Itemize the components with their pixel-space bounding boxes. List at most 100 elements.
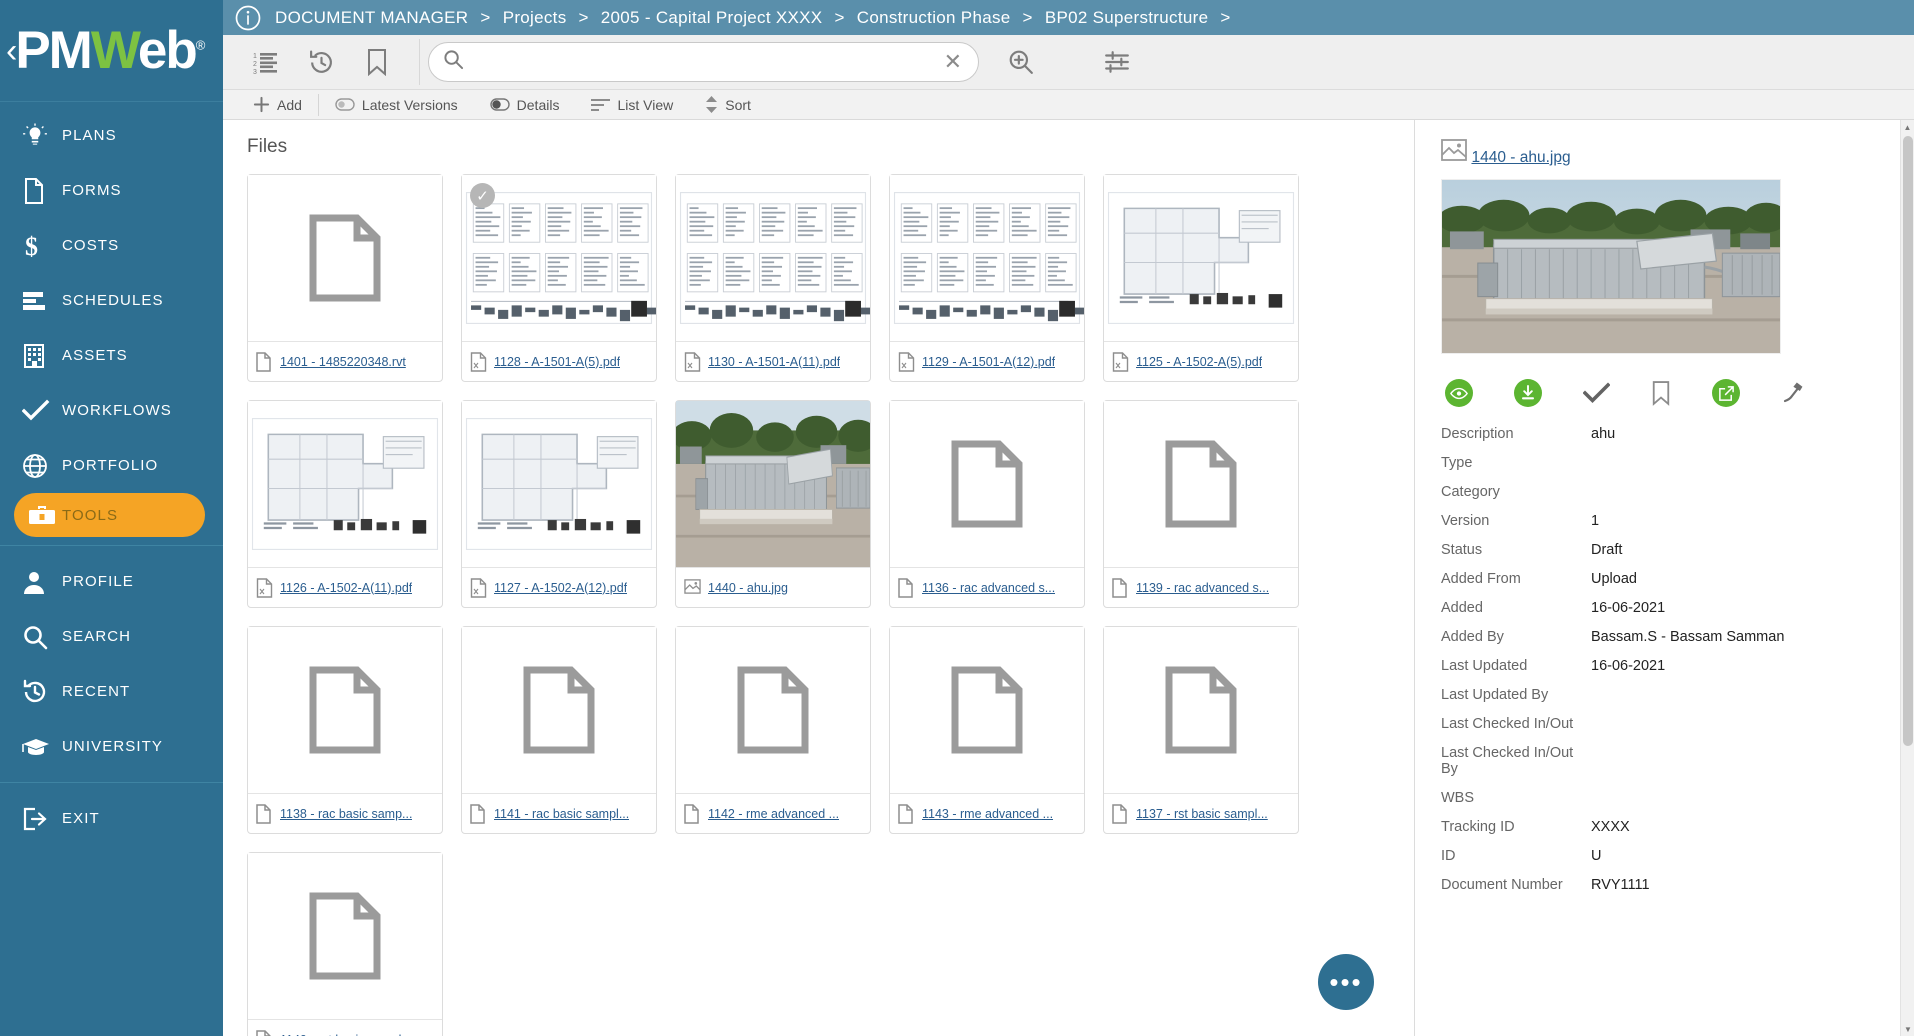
sidebar-item-assets[interactable]: ASSETS — [0, 328, 223, 383]
sidebar-item-plans[interactable]: PLANS — [0, 108, 223, 163]
file-caption: 1130 - A-1501-A(11).pdf — [676, 341, 870, 381]
file-thumbnail[interactable] — [248, 401, 442, 567]
bookmark-icon[interactable] — [349, 40, 405, 84]
check-icon[interactable] — [1583, 382, 1610, 404]
search-toolbar: 123 ✕ — [223, 35, 1914, 90]
file-name-link[interactable]: 1440 - ahu.jpg — [708, 581, 788, 595]
file-thumbnail[interactable] — [248, 853, 442, 1019]
file-name-link[interactable]: 1401 - 1485220348.rvt — [280, 355, 406, 369]
sidebar-item-portfolio[interactable]: PORTFOLIO — [0, 438, 223, 493]
file-card[interactable]: 1140 - rst basic sampl... — [247, 852, 443, 1036]
file-thumbnail[interactable] — [890, 175, 1084, 341]
file-card[interactable]: 1125 - A-1502-A(5).pdf — [1103, 174, 1299, 382]
detail-field-label: Last Checked In/Out By — [1441, 745, 1591, 777]
info-circle-icon[interactable] — [235, 5, 261, 31]
file-thumbnail[interactable] — [248, 175, 442, 341]
file-card[interactable]: 1139 - rac advanced s... — [1103, 400, 1299, 608]
file-name-link[interactable]: 1143 - rme advanced ... — [922, 807, 1053, 821]
zoom-in-icon[interactable] — [993, 40, 1049, 84]
selected-check-icon[interactable]: ✓ — [470, 183, 495, 208]
sidebar-item-workflows[interactable]: WORKFLOWS — [0, 383, 223, 438]
edit-square-icon[interactable] — [1712, 379, 1740, 407]
file-thumbnail[interactable] — [890, 401, 1084, 567]
detail-field-row: Added16-06-2021 — [1441, 600, 1888, 616]
eye-icon[interactable] — [1445, 379, 1473, 407]
file-card[interactable]: 1137 - rst basic sampl... — [1103, 626, 1299, 834]
more-options-button[interactable]: ••• — [1318, 954, 1374, 1010]
numbered-list-icon[interactable]: 123 — [237, 40, 293, 84]
details-scrollbar[interactable]: ▲ ▼ — [1900, 120, 1914, 1036]
file-name-link[interactable]: 1128 - A-1501-A(5).pdf — [494, 355, 620, 369]
sidebar-item-costs[interactable]: $ COSTS — [0, 218, 223, 273]
file-thumbnail[interactable] — [248, 627, 442, 793]
latest-versions-toggle[interactable]: Latest Versions — [319, 90, 474, 120]
breadcrumb-item-3[interactable]: Construction Phase — [857, 8, 1011, 27]
sidebar-item-exit[interactable]: EXIT — [0, 791, 223, 846]
file-thumbnail[interactable] — [676, 401, 870, 567]
file-preview-image[interactable] — [1441, 179, 1781, 354]
pen-icon[interactable] — [1781, 381, 1805, 405]
details-toggle[interactable]: Details — [474, 90, 576, 120]
file-thumbnail[interactable] — [1104, 627, 1298, 793]
bookmark-icon[interactable] — [1651, 380, 1671, 406]
close-icon[interactable]: ✕ — [938, 51, 968, 73]
sidebar-item-search[interactable]: SEARCH — [0, 609, 223, 664]
scroll-up-arrow[interactable]: ▲ — [1901, 120, 1914, 134]
file-thumbnail[interactable] — [676, 175, 870, 341]
list-view-button[interactable]: List View — [575, 90, 689, 120]
file-thumbnail[interactable] — [1104, 175, 1298, 341]
sidebar-item-recent[interactable]: RECENT — [0, 664, 223, 719]
brand-logo[interactable]: ‹ PMWeb® — [0, 0, 223, 102]
sidebar-item-schedules[interactable]: SCHEDULES — [0, 273, 223, 328]
search-input[interactable] — [464, 54, 938, 71]
file-card[interactable]: 1127 - A-1502-A(12).pdf — [461, 400, 657, 608]
file-name-link[interactable]: 1141 - rac basic sampl... — [494, 807, 629, 821]
file-card[interactable]: 1130 - A-1501-A(11).pdf — [675, 174, 871, 382]
rvt-file-icon — [898, 804, 915, 824]
search-field-wrapper[interactable]: ✕ — [428, 42, 979, 82]
file-card[interactable]: 1126 - A-1502-A(11).pdf — [247, 400, 443, 608]
file-thumbnail[interactable] — [462, 627, 656, 793]
sidebar-item-forms[interactable]: FORMS — [0, 163, 223, 218]
file-name-link[interactable]: 1125 - A-1502-A(5).pdf — [1136, 355, 1262, 369]
file-name-link[interactable]: 1137 - rst basic sampl... — [1136, 807, 1268, 821]
breadcrumb-item-1[interactable]: Projects — [503, 8, 567, 27]
file-name-link[interactable]: 1140 - rst basic sampl... — [280, 1033, 412, 1036]
history-icon[interactable] — [293, 40, 349, 84]
file-card[interactable]: 1142 - rme advanced ... — [675, 626, 871, 834]
svg-text:3: 3 — [253, 69, 257, 75]
file-card[interactable]: 1129 - A-1501-A(12).pdf — [889, 174, 1085, 382]
file-card[interactable]: 1143 - rme advanced ... — [889, 626, 1085, 834]
breadcrumb-item-0[interactable]: DOCUMENT MANAGER — [275, 8, 468, 27]
sidebar-item-profile[interactable]: PROFILE — [0, 554, 223, 609]
file-name-link[interactable]: 1127 - A-1502-A(12).pdf — [494, 581, 627, 595]
file-card[interactable]: 1401 - 1485220348.rvt — [247, 174, 443, 382]
breadcrumb-item-4[interactable]: BP02 Superstructure — [1045, 8, 1209, 27]
file-card[interactable]: 1440 - ahu.jpg — [675, 400, 871, 608]
file-card[interactable]: 1136 - rac advanced s... — [889, 400, 1085, 608]
sidebar-item-university[interactable]: UNIVERSITY — [0, 719, 223, 774]
file-card[interactable]: 1138 - rac basic samp... — [247, 626, 443, 834]
file-thumbnail[interactable] — [890, 627, 1084, 793]
sort-button[interactable]: Sort — [689, 90, 767, 120]
scrollbar-thumb[interactable] — [1903, 136, 1913, 746]
breadcrumb-item-2[interactable]: 2005 - Capital Project XXXX — [601, 8, 823, 27]
file-name-link[interactable]: 1139 - rac advanced s... — [1136, 581, 1269, 595]
download-icon[interactable] — [1514, 379, 1542, 407]
details-file-title[interactable]: 1440 - ahu.jpg — [1471, 149, 1570, 167]
file-card[interactable]: 1141 - rac basic sampl... — [461, 626, 657, 834]
file-name-link[interactable]: 1136 - rac advanced s... — [922, 581, 1055, 595]
sidebar-item-tools[interactable]: TOOLS — [14, 493, 205, 537]
file-name-link[interactable]: 1126 - A-1502-A(11).pdf — [280, 581, 412, 595]
scroll-down-arrow[interactable]: ▼ — [1901, 1022, 1914, 1036]
filter-sliders-icon[interactable] — [1089, 40, 1145, 84]
file-name-link[interactable]: 1129 - A-1501-A(12).pdf — [922, 355, 1055, 369]
file-name-link[interactable]: 1138 - rac basic samp... — [280, 807, 412, 821]
file-card[interactable]: ✓ 1128 - A-1501-A(5).pdf — [461, 174, 657, 382]
file-name-link[interactable]: 1130 - A-1501-A(11).pdf — [708, 355, 840, 369]
file-name-link[interactable]: 1142 - rme advanced ... — [708, 807, 839, 821]
file-thumbnail[interactable] — [676, 627, 870, 793]
file-thumbnail[interactable] — [462, 401, 656, 567]
add-button[interactable]: Add — [237, 90, 318, 120]
file-thumbnail[interactable] — [1104, 401, 1298, 567]
